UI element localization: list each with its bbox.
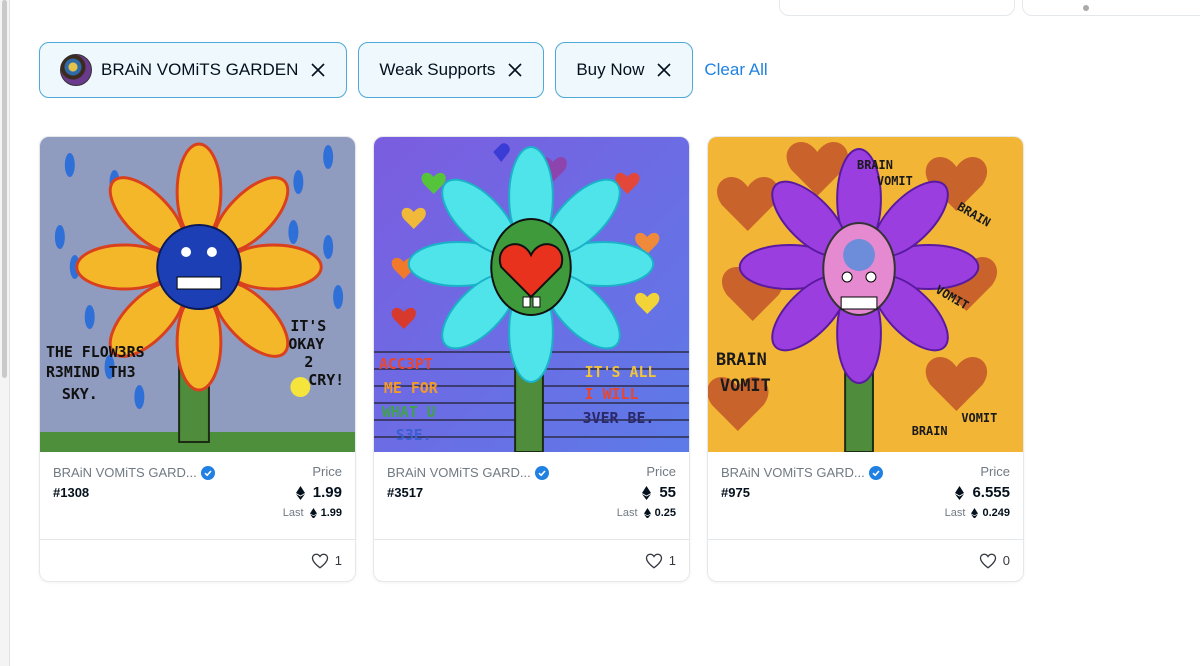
asset-card[interactable]: BRAIN VOMIT BRAIN VOMIT BRAIN VOMIT BRAI… xyxy=(707,136,1024,582)
price-label: Price xyxy=(312,464,342,479)
heart-icon[interactable] xyxy=(979,552,997,570)
art-text: BRAIN xyxy=(857,158,893,172)
art-text: CRY! xyxy=(308,371,344,389)
asset-image[interactable]: ACC3PT ME FOR WHAT U S3E. IT'S ALL I WIL… xyxy=(374,137,689,452)
last-sale-label: Last xyxy=(616,507,638,519)
filter-chip-label: Weak Supports xyxy=(379,60,496,79)
price-amount: 55 xyxy=(659,484,676,501)
price-block: Price 1.99 Last 1.99 xyxy=(283,464,342,519)
art-text: VOMIT xyxy=(877,174,913,188)
page-scrollbar[interactable] xyxy=(0,0,10,666)
clear-all-link[interactable]: Clear All xyxy=(704,60,767,80)
price-label: Price xyxy=(980,464,1010,479)
price-label: Price xyxy=(646,464,676,479)
like-count: 1 xyxy=(668,553,676,568)
last-sale-amount: 1.99 xyxy=(320,507,342,519)
price-value: 1.99 xyxy=(283,484,342,501)
last-sale: Last 0.249 xyxy=(945,507,1010,519)
ethereum-icon xyxy=(955,485,965,500)
collection-name-text: BRAiN VOMiTS GARD... xyxy=(721,465,865,480)
card-footer: 0 xyxy=(708,539,1023,581)
filter-chip-status[interactable]: Buy Now xyxy=(555,42,694,98)
top-control-left[interactable] xyxy=(779,0,1015,16)
price-amount: 6.555 xyxy=(972,484,1010,501)
asset-image[interactable]: THE FLOW3RS R3MIND TH3 SKY. IT'S OKAY 2 … xyxy=(40,137,355,452)
asset-info: BRAiN VOMiTS GARD... #975 Price 6.555 La… xyxy=(708,452,1023,540)
last-sale: Last 0.25 xyxy=(617,507,676,519)
heart-icon[interactable] xyxy=(645,552,663,570)
asset-info: BRAiN VOMiTS GARD... #1308 Price 1.99 La… xyxy=(40,452,355,540)
art-text: IT'S ALL xyxy=(585,363,657,381)
heart-icon[interactable] xyxy=(311,552,329,570)
ethereum-icon xyxy=(295,485,305,500)
art-text: R3MIND TH3 xyxy=(46,363,136,381)
card-footer: 1 xyxy=(374,539,689,581)
asset-grid: THE FLOW3RS R3MIND TH3 SKY. IT'S OKAY 2 … xyxy=(39,136,1041,582)
scrollbar-thumb[interactable] xyxy=(2,0,7,378)
ethereum-icon xyxy=(309,507,317,519)
last-sale-amount: 0.25 xyxy=(654,507,676,519)
filter-chip-label: BRAiN VOMiTS GARDEN xyxy=(101,60,299,79)
art-text: VOMIT xyxy=(961,411,997,425)
art-text: OKAY xyxy=(288,335,324,353)
price-block: Price 55 Last 0.25 xyxy=(617,464,676,519)
art-text: BRAIN xyxy=(716,349,767,369)
art-text: ACC3PT xyxy=(379,355,433,373)
last-sale-amount: 0.249 xyxy=(982,507,1010,519)
verified-badge-icon xyxy=(534,465,549,480)
art-text: BRAIN xyxy=(912,424,948,438)
art-text: ME FOR xyxy=(384,379,438,397)
verified-badge-icon xyxy=(868,465,883,480)
collection-name-text: BRAiN VOMiTS GARD... xyxy=(387,465,531,480)
asset-card[interactable]: THE FLOW3RS R3MIND TH3 SKY. IT'S OKAY 2 … xyxy=(39,136,356,582)
filter-chip-collection[interactable]: BRAiN VOMiTS GARDEN xyxy=(39,42,348,98)
art-text: S3E. xyxy=(396,426,432,444)
card-footer: 1 xyxy=(40,539,355,581)
art-text: VOMIT xyxy=(720,375,771,395)
price-value: 55 xyxy=(617,484,676,501)
asset-image[interactable]: BRAIN VOMIT BRAIN VOMIT BRAIN VOMIT BRAI… xyxy=(708,137,1023,452)
ethereum-icon xyxy=(971,507,979,519)
art-text: IT'S xyxy=(290,317,326,335)
art-text: 2 xyxy=(304,353,313,371)
collection-avatar xyxy=(60,54,92,86)
filter-chip-label: Buy Now xyxy=(576,60,645,79)
close-icon[interactable] xyxy=(507,62,523,78)
last-sale: Last 1.99 xyxy=(283,507,342,519)
active-filters-bar: BRAiN VOMiTS GARDEN Weak Supports Buy No… xyxy=(39,42,768,98)
art-text: 3VER BE. xyxy=(583,409,655,427)
art-text: I WILL xyxy=(585,385,639,403)
art-text: SKY. xyxy=(62,385,98,403)
art-text: WHAT U xyxy=(382,403,436,421)
ethereum-icon xyxy=(643,507,651,519)
last-sale-label: Last xyxy=(282,507,304,519)
art-text: THE FLOW3RS xyxy=(46,343,145,361)
top-control-right[interactable] xyxy=(1022,0,1200,16)
price-value: 6.555 xyxy=(945,484,1010,501)
verified-badge-icon xyxy=(200,465,215,480)
price-block: Price 6.555 Last 0.249 xyxy=(945,464,1010,519)
dropdown-indicator-icon xyxy=(1083,5,1089,11)
price-amount: 1.99 xyxy=(312,484,342,501)
filter-chip-trait[interactable]: Weak Supports xyxy=(358,42,545,98)
like-count: 1 xyxy=(334,553,342,568)
asset-card[interactable]: ACC3PT ME FOR WHAT U S3E. IT'S ALL I WIL… xyxy=(373,136,690,582)
last-sale-label: Last xyxy=(944,507,966,519)
collection-name-text: BRAiN VOMiTS GARD... xyxy=(53,465,197,480)
like-count: 0 xyxy=(1002,553,1010,568)
close-icon[interactable] xyxy=(656,62,672,78)
ethereum-icon xyxy=(642,485,652,500)
close-icon[interactable] xyxy=(310,62,326,78)
asset-info: BRAiN VOMiTS GARD... #3517 Price 55 Last… xyxy=(374,452,689,540)
